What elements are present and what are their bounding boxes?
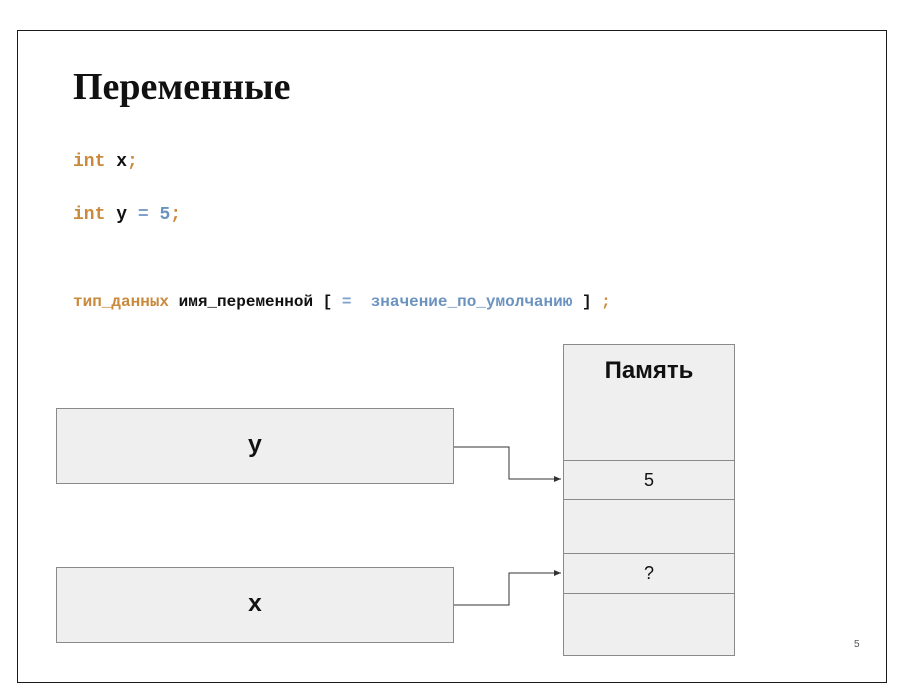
syntax-open-bracket: [ [322, 293, 333, 311]
variable-name: y [116, 205, 128, 225]
memory-cell-divider [564, 593, 734, 594]
type-keyword: int [73, 152, 106, 172]
code-line-declare-x: int x; [73, 152, 138, 172]
syntax-default-value: значение_по_умолчанию [370, 293, 573, 311]
syntax-type: тип_данных [73, 293, 170, 311]
arrow-x-to-cell-unknown [454, 570, 561, 606]
syntax-close-bracket: ] [581, 293, 592, 311]
variable-label: x [247, 591, 263, 619]
code-line-declare-y: int y = 5; [73, 205, 181, 225]
syntax-assign: = [341, 293, 352, 311]
memory-title: Память [604, 357, 694, 384]
memory-cell-divider [564, 460, 734, 461]
memory-cell-value: ? [643, 563, 654, 583]
variable-box-y: y [56, 408, 454, 484]
page: Переменные int x; int y = 5; тип_данных … [0, 0, 901, 699]
memory-cell-value: 5 [643, 470, 654, 490]
slide: Переменные int x; int y = 5; тип_данных … [17, 30, 887, 683]
syntax-template: тип_данных имя_переменной [ = значение_п… [73, 293, 611, 311]
variable-box-x: x [56, 567, 454, 643]
memory-cell-divider [564, 553, 734, 554]
semicolon: ; [127, 152, 138, 172]
slide-title: Переменные [73, 66, 291, 108]
syntax-name: имя_переменной [178, 293, 314, 311]
page-number: 5 [854, 639, 860, 650]
syntax-semicolon: ; [601, 293, 611, 311]
arrow-y-to-cell-5 [454, 446, 561, 482]
variable-name: x [116, 152, 128, 172]
semicolon: ; [170, 205, 182, 225]
assign-operator: = [137, 205, 149, 225]
variable-label: y [247, 432, 263, 460]
memory-cell-divider [564, 499, 734, 500]
memory-block: Память 5 ? [563, 344, 735, 656]
type-keyword: int [73, 205, 106, 225]
value-literal: 5 [159, 205, 171, 225]
